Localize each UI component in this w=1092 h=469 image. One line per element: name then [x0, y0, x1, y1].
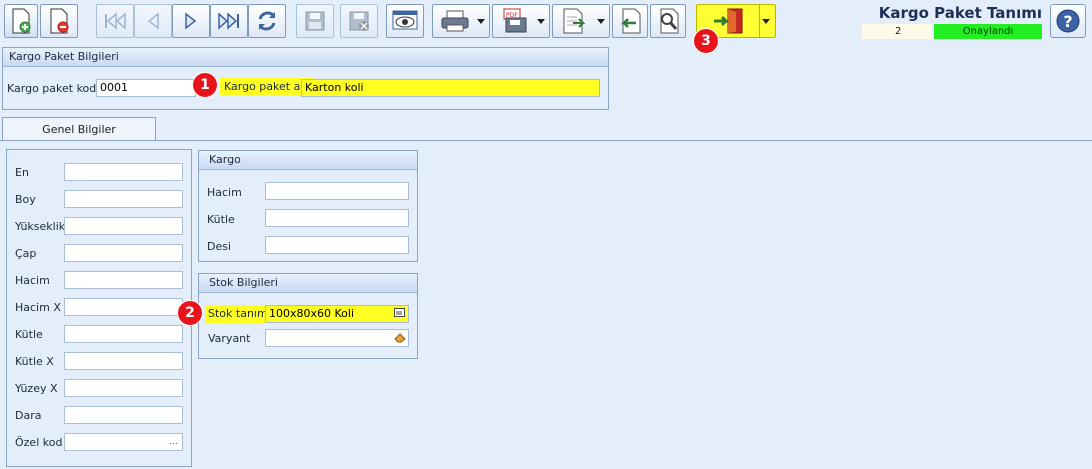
chevron-down-icon	[537, 19, 545, 24]
refresh-button[interactable]	[248, 4, 286, 38]
svg-text:?: ?	[1063, 12, 1072, 31]
kargo-title: Kargo	[199, 151, 417, 170]
package-code-label: Kargo paket kodu	[7, 82, 104, 95]
field-label: Yükseklik	[15, 220, 66, 233]
package-code-input[interactable]: 0001	[96, 79, 196, 97]
kargo-hacim-input[interactable]	[265, 182, 409, 200]
kargo-kutle-input[interactable]	[265, 209, 409, 227]
previous-record-button[interactable]	[134, 4, 172, 38]
save-cancel-icon	[349, 11, 369, 31]
field-label: Kütle	[207, 213, 235, 226]
boy-input[interactable]	[64, 190, 183, 208]
delete-record-button[interactable]	[40, 4, 78, 38]
first-record-button[interactable]	[96, 4, 134, 38]
last-icon	[218, 12, 239, 30]
pdf-export-button[interactable]: PDF	[492, 4, 550, 38]
yuzey-x-input[interactable]	[64, 379, 183, 397]
package-info-title: Kargo Paket Bilgileri	[3, 48, 608, 67]
stock-group: Stok Bilgileri Stok tanımı 100x80x60 Kol…	[198, 273, 418, 359]
ellipsis-button[interactable]: ...	[167, 436, 180, 448]
dara-input[interactable]	[64, 406, 183, 424]
field-label: Kütle X	[15, 355, 54, 368]
eraser-icon[interactable]	[393, 332, 406, 344]
variant-input[interactable]	[265, 329, 409, 347]
new-document-icon	[12, 8, 31, 34]
previous-icon	[147, 12, 159, 30]
field-label: Boy	[15, 193, 36, 206]
kargo-desi-input[interactable]	[265, 236, 409, 254]
help-icon: ?	[1056, 9, 1080, 33]
delete-document-icon	[50, 8, 69, 34]
cancel-save-button[interactable]	[340, 4, 378, 38]
eye-icon	[392, 10, 418, 30]
search-icon	[660, 8, 679, 34]
callout-badge: 2	[177, 300, 203, 326]
status-number: 2	[862, 24, 932, 39]
first-icon	[105, 12, 126, 30]
package-info-group: Kargo Paket Bilgileri Kargo paket kodu 0…	[2, 47, 609, 110]
print-button[interactable]	[432, 4, 490, 38]
dimensions-panel: En Boy Yükseklik Çap Hacim Hacim X Kütle…	[6, 149, 192, 467]
list-picker-icon[interactable]	[393, 308, 406, 320]
new-record-button[interactable]	[4, 4, 38, 38]
field-label: Özel kod	[15, 436, 63, 449]
stock-input[interactable]: 100x80x60 Koli	[265, 305, 409, 323]
tab-divider	[0, 140, 1092, 141]
field-label: Çap	[15, 247, 37, 260]
search-button[interactable]	[650, 4, 686, 38]
export-button[interactable]	[552, 4, 610, 38]
stock-value: 100x80x60 Koli	[269, 307, 355, 320]
chevron-down-icon	[477, 19, 485, 24]
back-button[interactable]	[612, 4, 648, 38]
tab-general[interactable]: Genel Bilgiler	[2, 117, 156, 140]
field-label: Yüzey X	[15, 382, 58, 395]
export-icon	[563, 8, 586, 34]
page-title: Kargo Paket Tanımı	[878, 4, 1042, 22]
kargo-group: Kargo Hacim Kütle Desi	[198, 150, 418, 262]
field-label: Desi	[207, 240, 232, 253]
next-record-button[interactable]	[172, 4, 210, 38]
field-label: Hacim	[207, 186, 242, 199]
stock-title: Stok Bilgileri	[199, 274, 417, 293]
preview-button[interactable]	[386, 4, 424, 38]
kutle-x-input[interactable]	[64, 352, 183, 370]
chevron-down-icon	[597, 19, 605, 24]
pdf-icon: PDF	[503, 8, 527, 33]
chevron-down-icon	[762, 19, 770, 24]
save-icon	[305, 11, 325, 31]
next-icon	[185, 12, 197, 30]
field-label: En	[15, 166, 29, 179]
field-label: Dara	[15, 409, 42, 422]
package-name-input[interactable]: Karton koli	[301, 79, 600, 97]
callout-badge: 3	[693, 28, 719, 54]
ozel-kod-input[interactable]: ...	[64, 433, 183, 451]
exit-door-icon	[714, 8, 743, 34]
variant-label: Varyant	[208, 332, 251, 345]
kutle-input[interactable]	[64, 325, 183, 343]
yukseklik-input[interactable]	[64, 217, 183, 235]
save-button[interactable]	[296, 4, 334, 38]
last-record-button[interactable]	[210, 4, 248, 38]
help-button[interactable]: ?	[1050, 4, 1086, 38]
hacim-input[interactable]	[64, 271, 183, 289]
field-label: Hacim	[15, 274, 50, 287]
en-input[interactable]	[64, 163, 183, 181]
status-badge: Onaylandı	[934, 24, 1042, 39]
callout-badge: 1	[192, 72, 218, 98]
stock-label: Stok tanımı	[205, 305, 274, 323]
hacim-x-input[interactable]	[64, 298, 183, 316]
back-arrow-icon	[620, 8, 641, 34]
cap-input[interactable]	[64, 244, 183, 262]
printer-icon	[441, 10, 469, 32]
refresh-icon	[258, 11, 276, 31]
field-label: Hacim X	[15, 301, 61, 314]
field-label: Kütle	[15, 328, 43, 341]
